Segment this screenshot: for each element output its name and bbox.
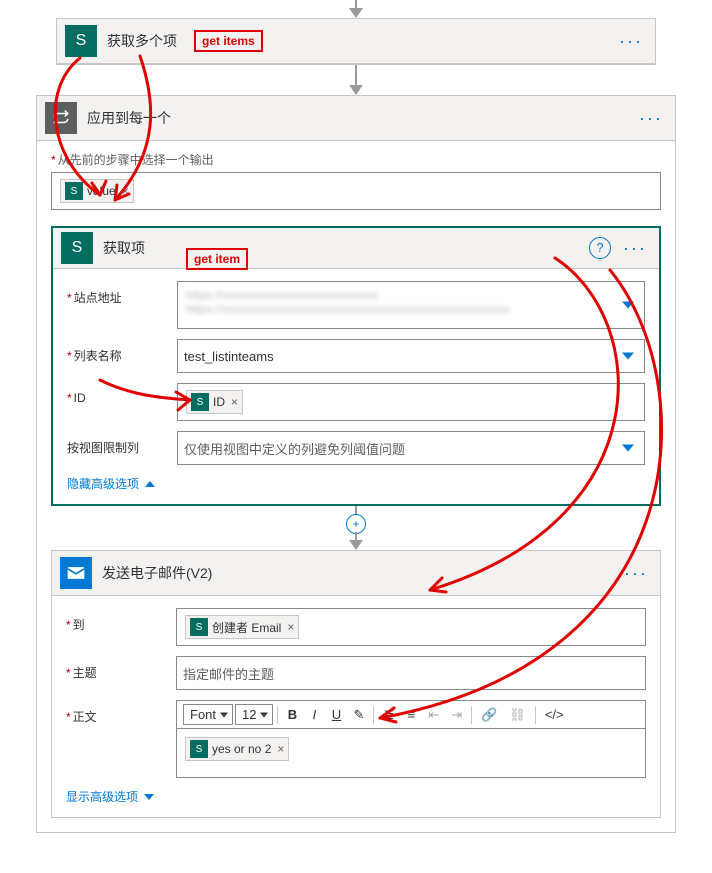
chevron-up-icon bbox=[145, 481, 155, 487]
limit-columns-label: 按视图限制列 bbox=[67, 431, 177, 456]
site-address-label: *站点地址 bbox=[67, 281, 177, 306]
token-label: ID bbox=[213, 395, 225, 409]
token-creator-email[interactable]: S 创建者 Email × bbox=[185, 615, 299, 639]
show-advanced-link[interactable]: 显示高级选项 bbox=[66, 788, 154, 805]
step-menu-button[interactable]: ··· bbox=[635, 108, 667, 129]
body-input[interactable]: S yes or no 2 × bbox=[176, 728, 646, 778]
token-label: 创建者 Email bbox=[212, 619, 281, 636]
to-input[interactable]: S 创建者 Email × bbox=[176, 608, 646, 646]
link-button[interactable]: 🔗 bbox=[476, 705, 502, 725]
subject-input[interactable]: 指定邮件的主题 bbox=[176, 656, 646, 690]
step-apply-to-each: 应用到每一个 ··· *从先前的步骤中选择一个输出 S value × S 获取… bbox=[36, 95, 676, 833]
bullet-list-button[interactable]: ≣ bbox=[378, 705, 399, 725]
subject-placeholder: 指定邮件的主题 bbox=[183, 664, 274, 683]
step-get-item-header[interactable]: S 获取项 ? ··· bbox=[53, 228, 659, 269]
to-label: *到 bbox=[66, 608, 176, 633]
rte-toolbar: Font 12 B I U ✎ ≣ ≡ ⇤ bbox=[176, 700, 646, 728]
sharepoint-token-icon: S bbox=[191, 393, 209, 411]
step-title: 发送电子邮件(V2) bbox=[102, 563, 620, 583]
hide-advanced-link[interactable]: 隐藏高级选项 bbox=[67, 475, 155, 492]
chevron-down-icon bbox=[144, 794, 154, 800]
id-input[interactable]: S ID × bbox=[177, 383, 645, 421]
token-remove-icon[interactable]: × bbox=[287, 620, 294, 634]
site-address-value: https://xxxxxxxxxxxxxxxxxxxxxxxxxx bbox=[186, 288, 616, 302]
annotation-get-item: get item bbox=[186, 248, 248, 270]
help-button[interactable]: ? bbox=[589, 237, 611, 259]
sharepoint-token-icon: S bbox=[65, 182, 83, 200]
site-address-value: https://xxxxxxxxxxxxxxxxxxxxxxxxxxxxxxxx… bbox=[186, 302, 616, 316]
clear-format-button[interactable]: ✎ bbox=[348, 705, 369, 725]
id-label: *ID bbox=[67, 383, 177, 405]
underline-button[interactable]: U bbox=[326, 705, 346, 724]
prev-output-label: *从先前的步骤中选择一个输出 bbox=[51, 151, 661, 168]
limit-columns-placeholder: 仅使用视图中定义的列避免列阈值问题 bbox=[184, 439, 405, 458]
list-name-label: *列表名称 bbox=[67, 339, 177, 364]
step-title: 获取多个项 bbox=[107, 31, 615, 51]
number-list-button[interactable]: ≡ bbox=[401, 705, 421, 724]
step-get-item: S 获取项 ? ··· *站点地址 https://xxxxxxxxxxxxxx… bbox=[51, 226, 661, 506]
loop-icon bbox=[45, 102, 77, 134]
unlink-button[interactable]: ⛓ bbox=[504, 705, 531, 725]
add-step-button[interactable]: + bbox=[346, 514, 366, 534]
body-label: *正文 bbox=[66, 700, 176, 725]
sharepoint-token-icon: S bbox=[190, 618, 208, 636]
token-label: yes or no 2 bbox=[212, 742, 271, 756]
token-yes-or-no-2[interactable]: S yes or no 2 × bbox=[185, 737, 289, 761]
annotation-get-items: get items bbox=[194, 30, 263, 52]
token-remove-icon[interactable]: × bbox=[231, 395, 238, 409]
step-get-items[interactable]: S 获取多个项 ··· bbox=[56, 18, 656, 65]
list-name-input[interactable]: test_listinteams bbox=[177, 339, 645, 373]
sharepoint-icon: S bbox=[61, 232, 93, 264]
outdent-button[interactable]: ⇤ bbox=[423, 705, 444, 725]
step-title: 获取项 bbox=[103, 238, 589, 258]
code-view-button[interactable]: </> bbox=[540, 705, 569, 724]
token-id[interactable]: S ID × bbox=[186, 390, 243, 414]
step-send-email-header[interactable]: 发送电子邮件(V2) ··· bbox=[52, 551, 660, 596]
outlook-icon bbox=[60, 557, 92, 589]
step-menu-button[interactable]: ··· bbox=[615, 31, 647, 52]
step-title: 应用到每一个 bbox=[87, 108, 635, 128]
site-address-input[interactable]: https://xxxxxxxxxxxxxxxxxxxxxxxxxx https… bbox=[177, 281, 645, 329]
fontsize-select[interactable]: 12 bbox=[235, 704, 273, 725]
bold-button[interactable]: B bbox=[282, 705, 302, 724]
connector-arrow bbox=[349, 0, 363, 18]
token-remove-icon[interactable]: × bbox=[122, 184, 129, 198]
token-value[interactable]: S value × bbox=[60, 179, 134, 203]
indent-button[interactable]: ⇥ bbox=[446, 705, 467, 725]
sharepoint-icon: S bbox=[65, 25, 97, 57]
step-send-email: 发送电子邮件(V2) ··· *到 S 创建者 Email × bbox=[51, 550, 661, 818]
limit-columns-input[interactable]: 仅使用视图中定义的列避免列阈值问题 bbox=[177, 431, 645, 465]
connector-add: + bbox=[51, 506, 661, 550]
italic-button[interactable]: I bbox=[304, 705, 324, 724]
token-remove-icon[interactable]: × bbox=[277, 742, 284, 756]
prev-output-input[interactable]: S value × bbox=[51, 172, 661, 210]
step-apply-header[interactable]: 应用到每一个 ··· bbox=[37, 96, 675, 141]
connector-arrow bbox=[349, 65, 363, 95]
list-name-value: test_listinteams bbox=[184, 349, 274, 364]
subject-label: *主题 bbox=[66, 656, 176, 681]
step-menu-button[interactable]: ··· bbox=[619, 238, 651, 259]
token-label: value bbox=[87, 184, 116, 198]
font-select[interactable]: Font bbox=[183, 704, 233, 725]
sharepoint-token-icon: S bbox=[190, 740, 208, 758]
step-menu-button[interactable]: ··· bbox=[620, 563, 652, 584]
